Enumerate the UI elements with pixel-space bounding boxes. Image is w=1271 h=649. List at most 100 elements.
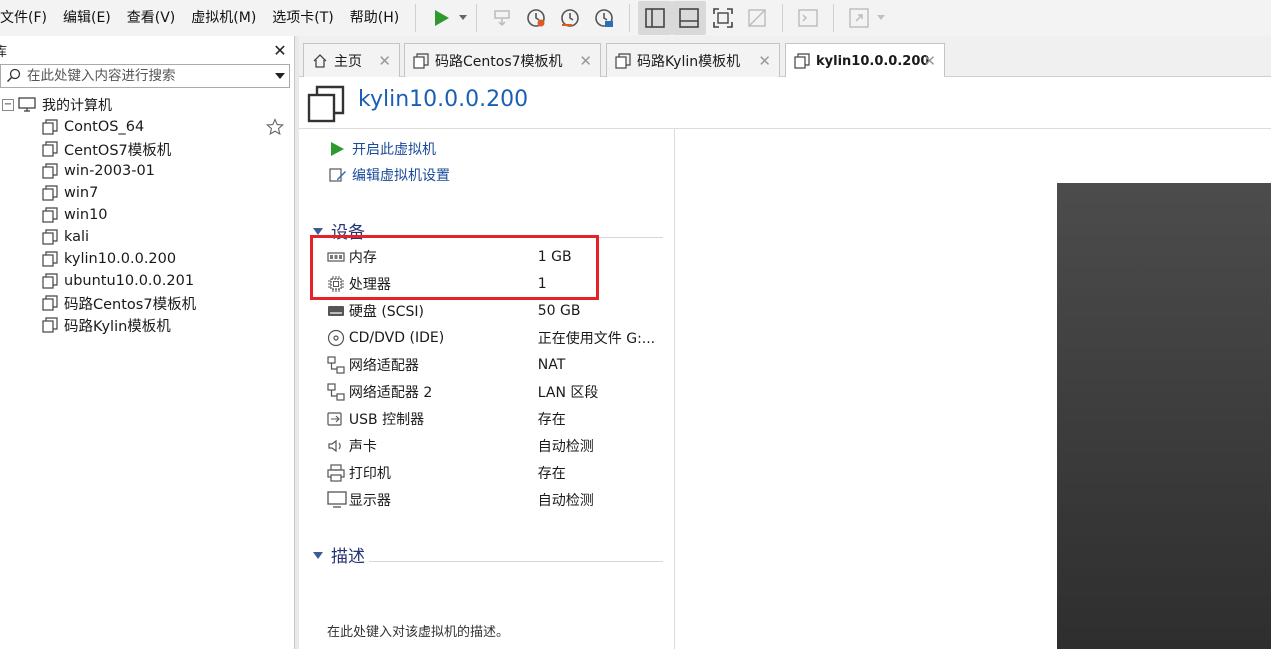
vm-icon [42,229,58,245]
edit-vm-settings-link[interactable]: 编辑虚拟机设置 [329,164,450,186]
vm-tree: − 我的计算机 ContOS_64 CentOS7模板机 win-2003-01 wi… [0,94,294,336]
close-icon[interactable]: ✕ [758,52,771,70]
tree-item-vm[interactable]: ubuntu10.0.0.201 [0,270,294,292]
menu-bar: 文件(F) 编辑(E) 查看(V) 虚拟机(M) 选项卡(T) 帮助(H) [0,0,1271,36]
close-icon[interactable]: ✕ [272,41,288,60]
favorite-star-icon[interactable] [265,118,285,140]
tab-kylin-template[interactable]: 码路Kylin模板机 ✕ [606,43,780,77]
tree-item-vm[interactable]: 码路Kylin模板机 [0,314,294,336]
toolbar-separator [629,4,631,32]
library-panel: 库 ✕ − 我的计算机 ContOS_64 CentOS7模板机 win-2003-… [0,36,294,649]
chevron-down-icon[interactable] [271,72,289,80]
vm-icon [42,317,58,333]
tree-item-vm[interactable]: kali [0,226,294,248]
device-row[interactable]: 网络适配器 2 LAN 区段 [327,381,667,403]
unity-icon[interactable] [740,1,774,35]
toolbar-separator [833,4,835,32]
tree-item-label: 码路Kylin模板机 [64,318,171,335]
divider [369,560,663,562]
tree-item-label: win-2003-01 [64,163,155,179]
device-row[interactable]: 声卡 自动检测 [327,435,667,457]
tree-item-vm[interactable]: kylin10.0.0.200 [0,248,294,270]
vm-icon [794,53,810,69]
send-keys-icon[interactable] [485,1,519,35]
network-icon [327,383,349,401]
tree-item-label: ubuntu10.0.0.201 [64,273,195,289]
power-on-vm-link[interactable]: 开启此虚拟机 [329,138,436,160]
menu-edit[interactable]: 编辑(E) [55,0,119,36]
tree-item-label: win7 [64,185,99,201]
vm-icon [42,163,58,179]
menu-view[interactable]: 查看(V) [119,0,184,36]
tree-item-label: 码路Centos7模板机 [64,296,197,313]
toolbar-separator [782,4,784,32]
library-title: 库 [0,44,8,60]
vm-icon [42,251,58,267]
annotation-highlight-box [310,235,599,300]
library-header: 库 ✕ [0,36,294,64]
tree-item-vm[interactable]: ContOS_64 [0,116,294,138]
tree-item-vm[interactable]: win10 [0,204,294,226]
computer-icon [18,97,36,113]
vm-icon [413,52,429,69]
menu-vm[interactable]: 虚拟机(M) [183,0,264,36]
vm-header: kylin10.0.0.200 [299,77,1271,129]
device-row[interactable]: USB 控制器 存在 [327,408,667,430]
disk-icon [327,304,349,318]
tree-item-label: ContOS_64 [64,119,145,135]
tab-strip: 主页 ✕ 码路Centos7模板机 ✕ 码路Kylin模板机 ✕ kylin10… [299,36,1271,78]
revert-snapshot-icon[interactable] [553,1,587,35]
device-name: CD/DVD (IDE) [348,330,445,346]
tab-centos7-template[interactable]: 码路Centos7模板机 ✕ [404,43,601,77]
tree-item-vm[interactable]: win-2003-01 [0,160,294,182]
tab-kylin10[interactable]: kylin10.0.0.200 ✕ [785,43,945,78]
library-search[interactable] [0,64,290,88]
tree-item-vm[interactable]: CentOS7模板机 [0,138,294,160]
chevron-down-icon[interactable] [876,10,886,26]
device-name: 网络适配器 [348,358,419,374]
device-row[interactable]: CD/DVD (IDE) 正在使用文件 G:... [327,327,667,349]
collapse-icon[interactable]: − [2,99,14,111]
collapse-triangle-icon [313,227,323,235]
device-name: 打印机 [348,466,391,482]
tree-item-label: CentOS7模板机 [64,142,172,159]
stretch-icon[interactable] [842,1,876,35]
device-value: 存在 [537,466,566,482]
show-library-icon[interactable] [638,1,673,35]
fullscreen-icon[interactable] [706,1,740,35]
tree-item-vm[interactable]: 码路Centos7模板机 [0,292,294,314]
vm-icon [42,207,58,223]
description-field[interactable]: 在此处键入对该虚拟机的描述。 [327,621,509,640]
tree-root-my-computer[interactable]: − 我的计算机 [0,94,294,116]
menu-tabs[interactable]: 选项卡(T) [264,0,341,36]
chevron-down-icon[interactable] [458,10,468,26]
tree-item-vm[interactable]: win7 [0,182,294,204]
description-section-header[interactable]: 描述 [313,542,663,567]
snapshot-icon[interactable] [519,1,553,35]
vm-console-preview[interactable] [1057,183,1271,649]
device-row[interactable]: 网络适配器 NAT [327,354,667,376]
printer-icon [327,464,349,482]
cd-icon [327,329,349,347]
power-on-button[interactable] [424,1,468,35]
vm-icon [307,85,345,127]
sound-icon [327,437,349,455]
menu-help[interactable]: 帮助(H) [342,0,407,36]
toolbar-separator [476,4,478,32]
device-row[interactable]: 硬盘 (SCSI) 50 GB [327,300,667,322]
vm-details-column: 开启此虚拟机 编辑虚拟机设置 设备 内存 1 GB 处理器 1 硬盘 (SCSI) 50 … [299,129,675,649]
close-icon[interactable]: ✕ [378,52,391,70]
vm-icon [615,52,631,69]
menu-file[interactable]: 文件(F) [0,0,55,36]
device-value: 50 GB [537,303,581,319]
play-icon [424,1,458,35]
thumbnail-bar-icon[interactable] [672,1,707,35]
console-icon[interactable] [791,1,825,35]
snapshot-manager-icon[interactable] [587,1,621,35]
close-icon[interactable]: ✕ [579,52,592,70]
tab-home[interactable]: 主页 ✕ [303,43,400,77]
search-input[interactable] [27,68,271,84]
device-row[interactable]: 打印机 存在 [327,462,667,484]
close-icon[interactable]: ✕ [923,52,936,70]
device-row[interactable]: 显示器 自动检测 [327,489,667,511]
